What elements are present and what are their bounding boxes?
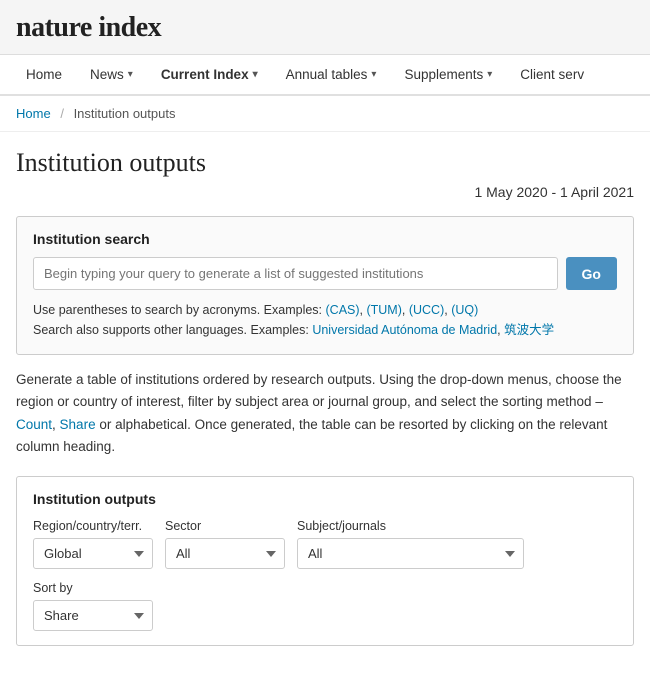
nav-item-home[interactable]: Home xyxy=(12,55,76,94)
dropdown-group-sortby: Sort by Share Count Alphabetical xyxy=(33,581,153,631)
outputs-box-title: Institution outputs xyxy=(33,491,617,507)
nav-item-client-serv[interactable]: Client serv xyxy=(506,55,598,94)
search-hint: Use parentheses to search by acronyms. E… xyxy=(33,300,617,340)
dropdown-sortby[interactable]: Share Count Alphabetical xyxy=(33,600,153,631)
breadcrumb: Home / Institution outputs xyxy=(0,96,650,132)
nav-label-client-serv: Client serv xyxy=(520,67,584,82)
nav-item-news[interactable]: News ▾ xyxy=(76,55,147,94)
search-hint-line2: Search also supports other languages. Ex… xyxy=(33,320,617,340)
description: Generate a table of institutions ordered… xyxy=(16,369,634,458)
dropdown-label-subject: Subject/journals xyxy=(297,519,524,533)
nav-bar: Home News ▾ Current Index ▾ Annual table… xyxy=(0,55,650,96)
institution-search-input[interactable] xyxy=(33,257,558,290)
dropdown-label-sortby: Sort by xyxy=(33,581,153,595)
search-row: Go xyxy=(33,257,617,290)
search-box: Institution search Go Use parentheses to… xyxy=(16,216,634,355)
dropdown-label-sector: Sector xyxy=(165,519,285,533)
dropdown-group-subject: Subject/journals All Chemistry Earth & E… xyxy=(297,519,524,569)
breadcrumb-current: Institution outputs xyxy=(74,106,176,121)
breadcrumb-home-link[interactable]: Home xyxy=(16,106,51,121)
logo-bar: nature index xyxy=(0,0,650,55)
go-button[interactable]: Go xyxy=(566,257,617,290)
search-link-tum[interactable]: (TUM) xyxy=(366,303,401,317)
search-box-title: Institution search xyxy=(33,231,617,247)
nav-label-supplements: Supplements xyxy=(404,67,483,82)
page-content: Institution outputs 1 May 2020 - 1 April… xyxy=(0,132,650,662)
breadcrumb-separator: / xyxy=(60,106,64,121)
sort-count-link[interactable]: Count xyxy=(16,417,52,432)
nav-label-news: News xyxy=(90,67,124,82)
search-link-uam[interactable]: Universidad Autónoma de Madrid xyxy=(312,323,497,337)
page-title: Institution outputs xyxy=(16,148,634,178)
dropdown-sector[interactable]: All Academic Government Corporate Health… xyxy=(165,538,285,569)
nav-label-annual-tables: Annual tables xyxy=(286,67,368,82)
nav-chevron-annual-tables: ▾ xyxy=(371,69,376,80)
nav-label-home: Home xyxy=(26,67,62,82)
nav-label-current-index: Current Index xyxy=(161,67,249,82)
nav-chevron-current-index: ▾ xyxy=(253,69,258,80)
search-link-ucc[interactable]: (UCC) xyxy=(409,303,444,317)
dropdowns-row: Region/country/terr. Global Asia Europe … xyxy=(33,519,617,631)
search-link-tsukuba[interactable]: 筑波大学 xyxy=(504,323,554,337)
search-link-uq[interactable]: (UQ) xyxy=(451,303,478,317)
dropdown-group-sector: Sector All Academic Government Corporate… xyxy=(165,519,285,569)
dropdown-label-region: Region/country/terr. xyxy=(33,519,153,533)
dropdown-group-region: Region/country/terr. Global Asia Europe … xyxy=(33,519,153,569)
nav-chevron-news: ▾ xyxy=(128,69,133,80)
sort-share-link[interactable]: Share xyxy=(60,417,96,432)
nav-item-current-index[interactable]: Current Index ▾ xyxy=(147,55,272,94)
nav-item-supplements[interactable]: Supplements ▾ xyxy=(390,55,506,94)
site-logo: nature index xyxy=(16,12,161,43)
search-hint-line1: Use parentheses to search by acronyms. E… xyxy=(33,300,617,320)
nav-item-annual-tables[interactable]: Annual tables ▾ xyxy=(272,55,391,94)
search-link-cas[interactable]: (CAS) xyxy=(326,303,360,317)
dropdown-region[interactable]: Global Asia Europe Americas Africa Ocean… xyxy=(33,538,153,569)
dropdown-subject[interactable]: All Chemistry Earth & Environmental Scie… xyxy=(297,538,524,569)
date-range: 1 May 2020 - 1 April 2021 xyxy=(16,184,634,200)
nav-chevron-supplements: ▾ xyxy=(487,69,492,80)
outputs-box: Institution outputs Region/country/terr.… xyxy=(16,476,634,646)
